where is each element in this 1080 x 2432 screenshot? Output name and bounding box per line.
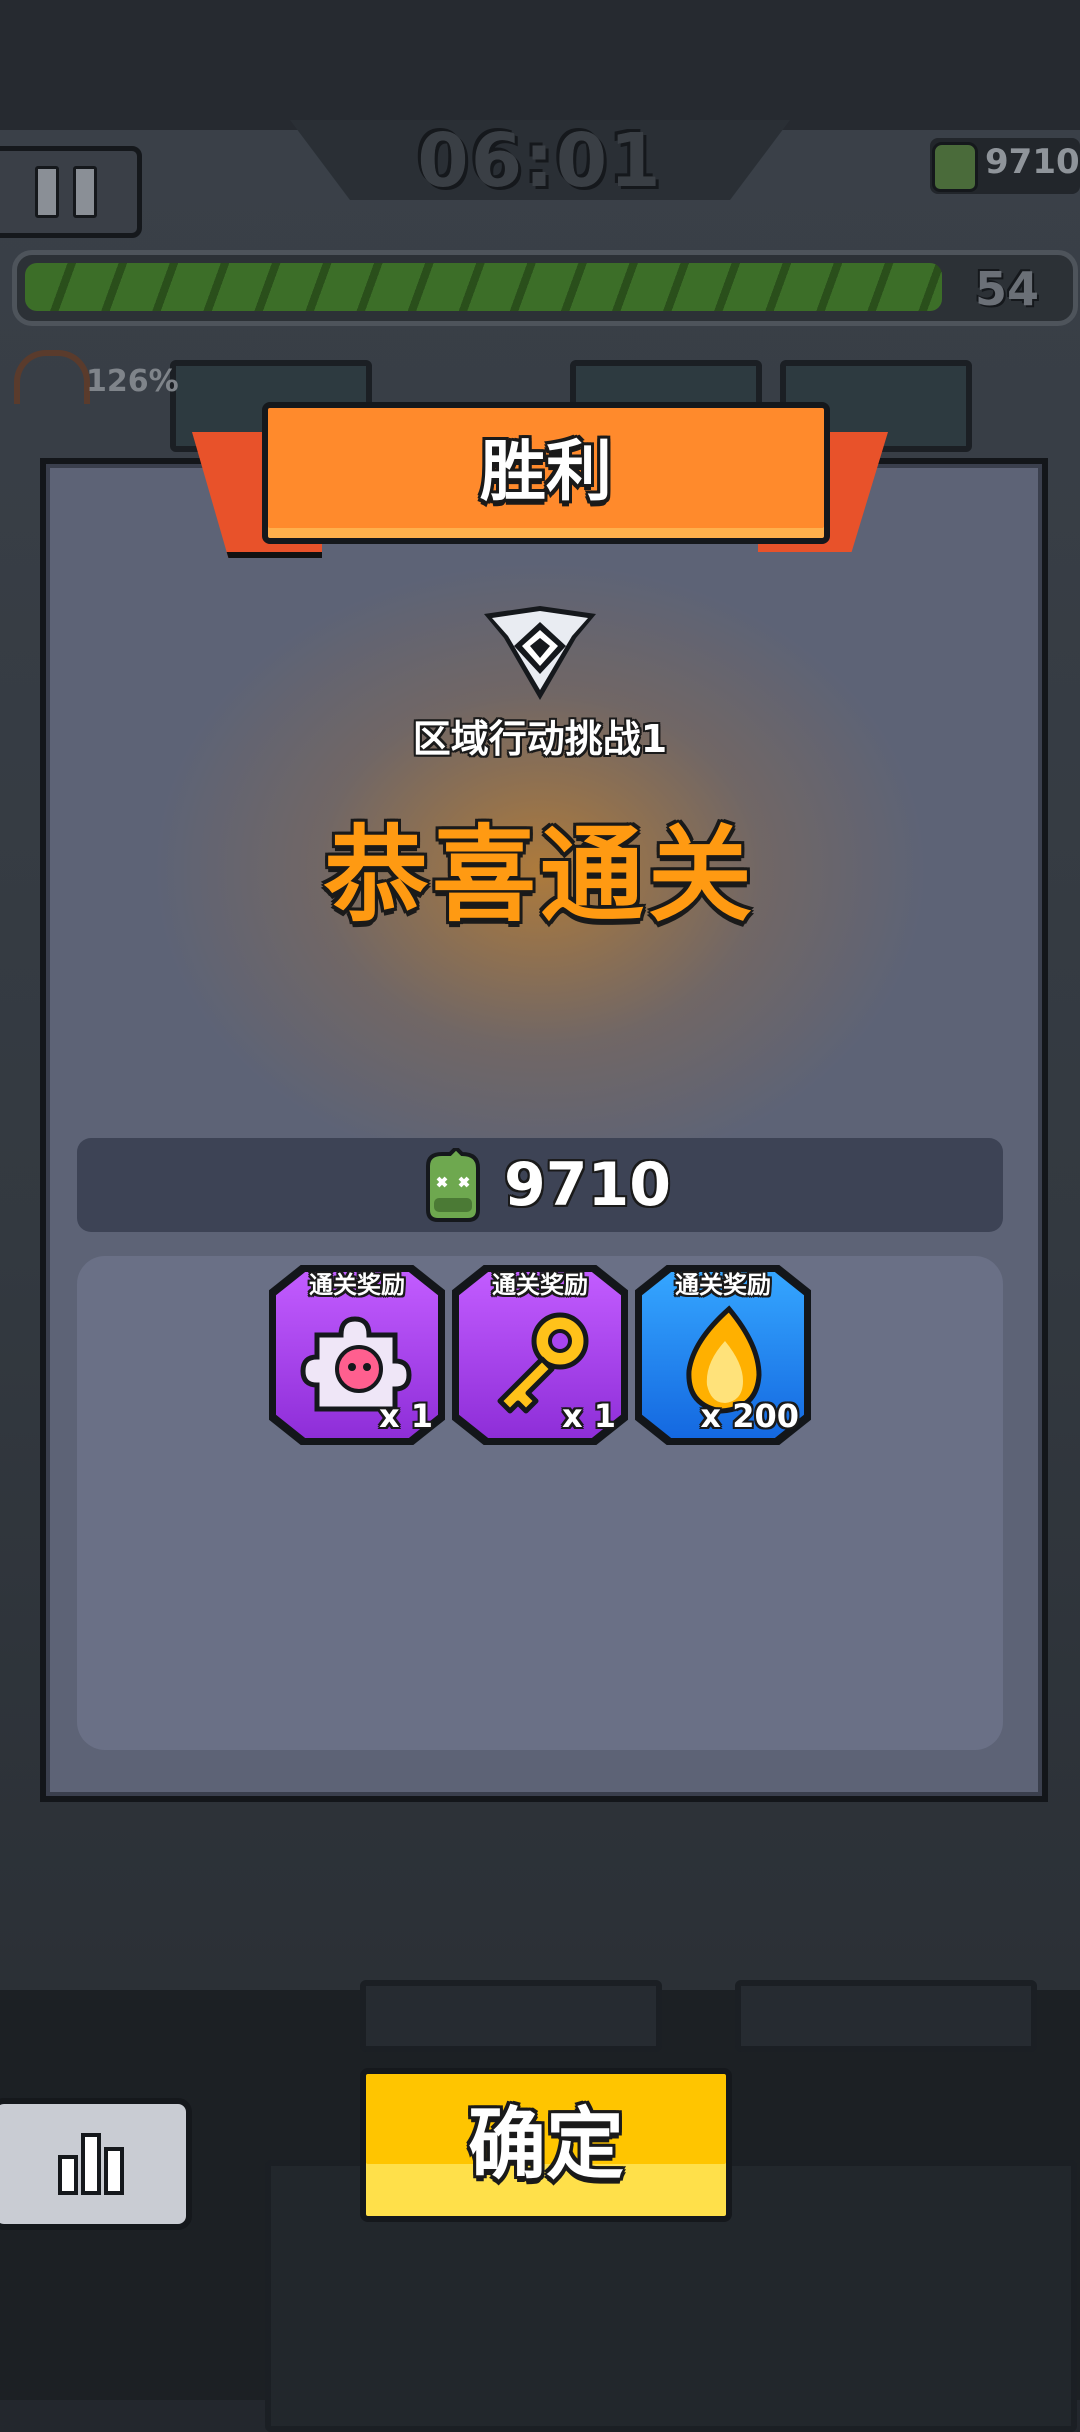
confirm-button-label: 确定	[467, 2100, 624, 2190]
reward-item[interactable]: 通关奖励 x 1	[452, 1265, 628, 1445]
reward-item[interactable]: 通关奖励 x 200	[635, 1265, 811, 1445]
pause-icon-bar	[35, 166, 59, 218]
zombie-currency-icon	[932, 142, 978, 192]
stage-badge-icon	[484, 606, 596, 700]
reward-label: 通关奖励	[309, 1271, 405, 1299]
clear-message: 恭喜通关	[323, 814, 756, 936]
player-level: 54	[975, 262, 1040, 316]
reward-quantity: x 1	[378, 1397, 433, 1435]
speed-gauge-icon	[14, 350, 90, 404]
reward-quantity: x 200	[700, 1397, 799, 1435]
top-bar-background	[0, 0, 1080, 130]
gauge-percent: 126%	[86, 364, 179, 399]
floor-panel	[360, 1980, 662, 2052]
pause-button[interactable]	[0, 146, 142, 238]
stats-button[interactable]	[0, 2098, 192, 2230]
dialog-title: 胜利	[480, 433, 612, 510]
experience-fill	[25, 263, 942, 311]
reward-label: 通关奖励	[492, 1271, 588, 1299]
zombie-currency-icon	[426, 1148, 480, 1222]
reward-currency-value: 9710	[504, 1150, 671, 1220]
floor-panel	[735, 1980, 1037, 2052]
game-timer: 06:01	[417, 118, 663, 204]
reward-quantity: x 1	[561, 1397, 616, 1435]
pause-icon-bar	[73, 166, 97, 218]
experience-bar	[12, 250, 1078, 326]
stage-name: 区域行动挑战1	[412, 717, 668, 761]
currency-value: 9710	[985, 142, 1080, 182]
reward-label: 通关奖励	[675, 1271, 771, 1299]
bar-chart-icon	[58, 2133, 124, 2195]
reward-item[interactable]: 通关奖励 x 1	[269, 1265, 445, 1445]
